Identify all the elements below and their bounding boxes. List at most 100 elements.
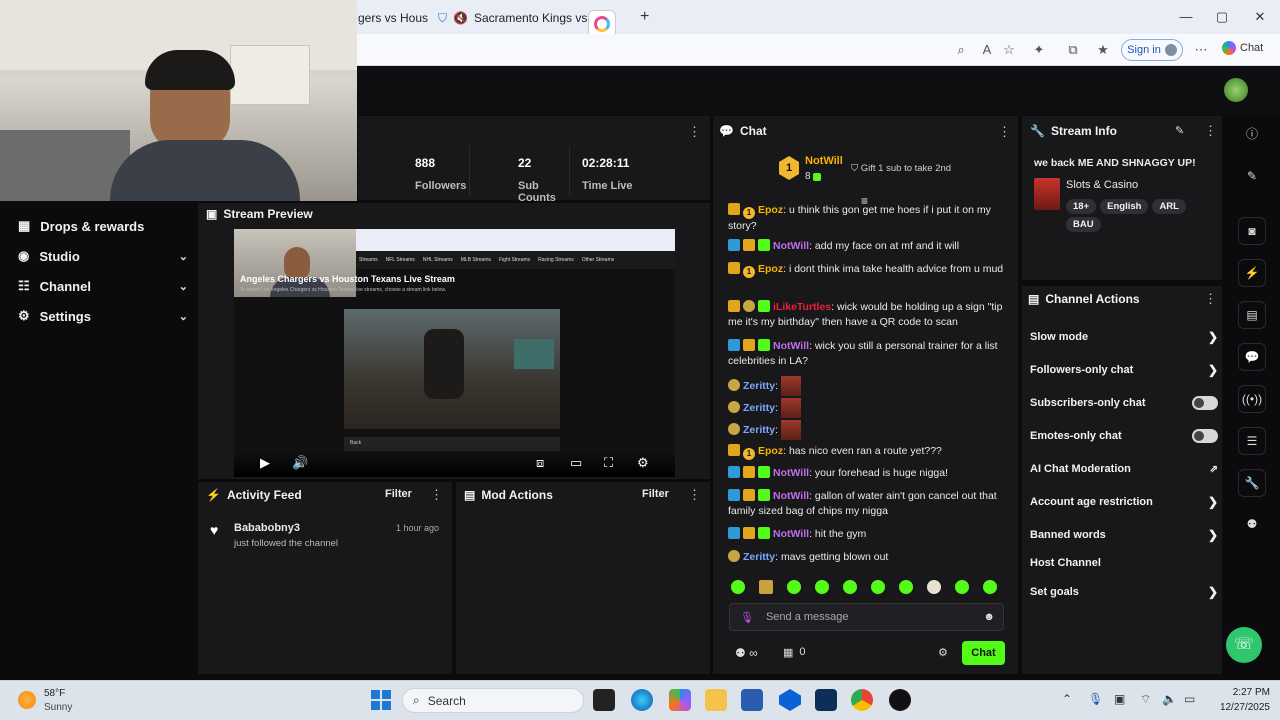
tag[interactable]: 18+ (1066, 199, 1097, 214)
browser-tab[interactable]: gers vs Hous ✕ (358, 6, 428, 30)
nav-item-drops[interactable]: ▦ Drops & rewards (18, 215, 188, 237)
nav-item-settings[interactable]: ⚙ Settings ⌄ (18, 305, 188, 327)
send-chat-button[interactable]: Chat (962, 641, 1005, 665)
more-options-icon[interactable]: ⋮ (1204, 123, 1217, 139)
info-icon[interactable]: ⓘ (1238, 121, 1266, 149)
sign-in-button[interactable]: Sign in (1121, 39, 1183, 61)
close-window-icon[interactable]: ✕ (1250, 8, 1270, 26)
pencil-icon[interactable]: ✎ (1238, 163, 1266, 191)
chat-icon[interactable]: 💬 (1238, 343, 1266, 371)
filter-button[interactable]: Filter (642, 488, 669, 500)
more-icon[interactable]: ⋯ (1192, 41, 1210, 59)
minimize-icon[interactable]: — (1176, 8, 1196, 26)
lightning-icon[interactable]: ⚡ (1238, 259, 1266, 287)
more-options-icon[interactable]: ⋮ (430, 487, 443, 503)
action-host-channel[interactable]: Host Channel (1030, 553, 1218, 573)
document-icon[interactable]: ▤ (1238, 301, 1266, 329)
chrome-icon[interactable] (851, 689, 873, 711)
obs-icon[interactable] (889, 689, 911, 711)
emote-icon[interactable] (843, 580, 857, 594)
emote-icon[interactable] (815, 580, 829, 594)
emoji-icon[interactable]: ☻ (983, 611, 995, 623)
taskbar-search[interactable]: ⌕ Search (402, 688, 584, 713)
wrench-icon[interactable]: 🔧 (1238, 469, 1266, 497)
split-screen-icon[interactable]: ⧉ (1064, 41, 1082, 59)
user-avatar[interactable] (1224, 78, 1248, 102)
extensions-icon[interactable]: ✦ (1030, 41, 1048, 59)
edit-icon[interactable]: ✎ (1175, 124, 1184, 137)
zoom-icon[interactable]: ⌕ (952, 41, 970, 59)
chat-username[interactable]: Zeritty (743, 402, 775, 414)
chat-username[interactable]: NotWill (773, 340, 809, 352)
pip-icon[interactable]: ⧈ (536, 455, 544, 471)
store-app-icon[interactable] (741, 689, 763, 711)
chat-settings-icon[interactable]: ⚙ (938, 646, 948, 659)
chat-username[interactable]: Epoz (758, 445, 783, 457)
action-account-age[interactable]: Account age restriction ❯ (1030, 492, 1218, 512)
wifi-icon[interactable]: ⌔ (1140, 692, 1151, 707)
users-icon[interactable]: ⚉ (1238, 511, 1266, 539)
chat-username[interactable]: Zeritty (743, 380, 775, 392)
activity-user[interactable]: Bababobny3 (234, 522, 300, 534)
microphone-icon[interactable]: 🎙 (740, 611, 754, 624)
tag[interactable]: English (1100, 199, 1149, 214)
windows-start-icon[interactable] (371, 690, 391, 710)
emote-icon[interactable] (731, 580, 745, 594)
chevron-up-icon[interactable]: ⌃ (1062, 692, 1072, 706)
speaker-icon[interactable]: 🔈 (1162, 692, 1177, 706)
file-explorer-icon[interactable] (705, 689, 727, 711)
pinned-user[interactable]: NotWill (805, 155, 843, 167)
chat-input[interactable]: 🎙 Send a message ☻ (729, 603, 1004, 631)
toggle-switch[interactable] (1192, 396, 1218, 410)
fullscreen-icon[interactable]: ⛶ (604, 455, 613, 471)
favorite-icon[interactable]: ☆ (1000, 41, 1018, 59)
new-tab-icon[interactable]: + (640, 8, 649, 26)
server-icon[interactable]: ☰ (1238, 427, 1266, 455)
emote-icon[interactable] (759, 580, 773, 594)
task-view-icon[interactable] (593, 689, 615, 711)
tag[interactable]: BAU (1066, 217, 1101, 232)
more-options-icon[interactable]: ⋮ (1204, 291, 1217, 307)
settings-icon[interactable]: ⚙ (637, 455, 649, 471)
action-set-goals[interactable]: Set goals ❯ (1030, 582, 1218, 602)
collections-icon[interactable]: ★ (1094, 41, 1112, 59)
more-options-icon[interactable]: ⋮ (998, 124, 1011, 140)
edge-icon[interactable] (631, 689, 653, 711)
category-thumbnail[interactable] (1034, 178, 1060, 210)
category-name[interactable]: Slots & Casino (1066, 179, 1138, 191)
video-player[interactable]: Streams NFL Streams NHL Streams MLB Stre… (234, 229, 675, 477)
chat-username[interactable]: Epoz (758, 204, 783, 216)
more-options-icon[interactable]: ⋮ (688, 487, 701, 503)
chat-username[interactable]: Epoz (758, 263, 783, 275)
chat-emote[interactable] (780, 420, 801, 440)
emote-icon[interactable] (787, 580, 801, 594)
action-followers-only[interactable]: Followers-only chat ❯ (1030, 360, 1218, 380)
chat-username[interactable]: NotWill (773, 467, 809, 479)
emote-icon[interactable] (899, 580, 913, 594)
emote-icon[interactable] (871, 580, 885, 594)
chat-username[interactable]: Zeritty (743, 424, 775, 436)
battery-icon[interactable]: ▭ (1184, 692, 1195, 706)
read-aloud-icon[interactable]: A (978, 41, 996, 59)
action-banned-words[interactable]: Banned words ❯ (1030, 525, 1218, 545)
chat-username[interactable]: NotWill (773, 490, 809, 502)
display-tray-icon[interactable]: ▣ (1114, 692, 1125, 706)
weather-desc[interactable]: Sunny (44, 702, 72, 713)
action-emotes-only[interactable]: Emotes-only chat (1030, 426, 1218, 446)
weather-temp[interactable]: 58°F (44, 688, 65, 699)
tag[interactable]: ARL (1152, 199, 1186, 214)
copilot-button[interactable]: Chat (1222, 41, 1263, 55)
chat-emote[interactable] (780, 376, 801, 396)
emote-icon[interactable] (983, 580, 997, 594)
vscode-icon[interactable] (815, 689, 837, 711)
more-options-icon[interactable]: ⋮ (688, 124, 701, 140)
clock-date[interactable]: 12/27/2025 (1208, 702, 1270, 713)
points-button[interactable]: ▦ 0 (783, 646, 806, 659)
chat-username[interactable]: Zeritty (743, 551, 775, 563)
action-subscribers-only[interactable]: Subscribers-only chat (1030, 393, 1218, 413)
clock-time[interactable]: 2:27 PM (1218, 687, 1270, 698)
chat-emote[interactable] (780, 398, 801, 418)
nav-item-studio[interactable]: ◉ Studio ⌄ (18, 245, 188, 267)
camera-icon[interactable]: ◙ (1238, 217, 1266, 245)
emote-icon[interactable] (955, 580, 969, 594)
